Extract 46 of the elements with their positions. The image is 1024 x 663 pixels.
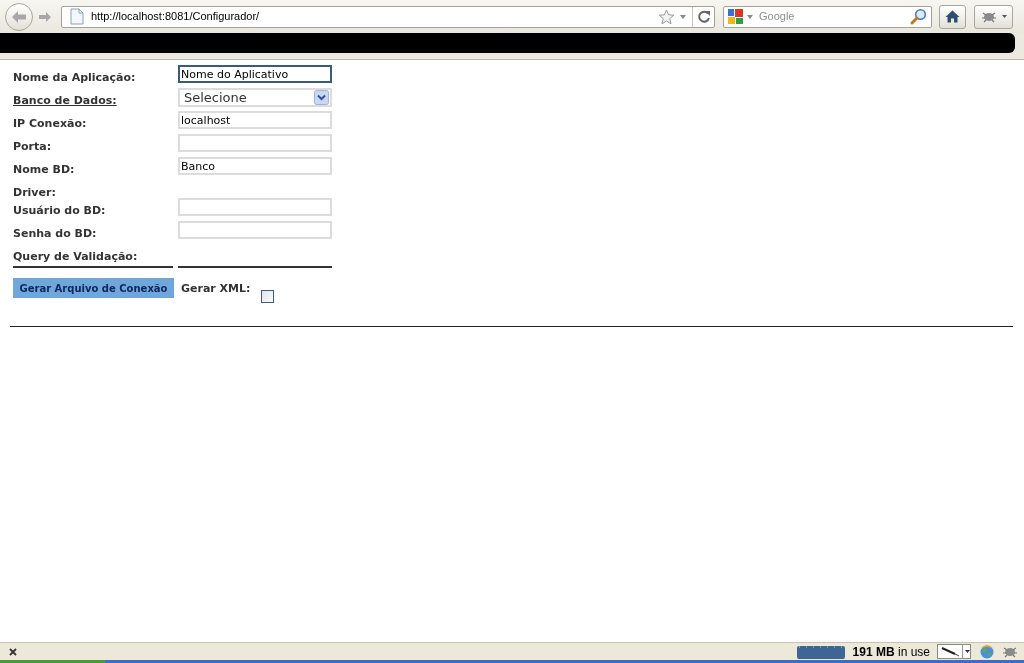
pen-icon — [940, 646, 960, 657]
database-select[interactable]: Selecione — [178, 88, 332, 107]
dropdown-caret-icon — [965, 650, 970, 653]
bug-icon[interactable] — [1002, 645, 1018, 658]
star-icon[interactable] — [658, 8, 675, 25]
forward-arrow-icon[interactable] — [38, 10, 52, 23]
back-button[interactable] — [5, 2, 33, 31]
search-icon[interactable] — [910, 8, 927, 25]
address-input[interactable]: http://localhost:8081/Configurador/ — [91, 8, 658, 25]
close-icon[interactable] — [9, 647, 17, 656]
xml-checkbox[interactable] — [261, 290, 275, 303]
reload-icon[interactable] — [697, 9, 711, 24]
generate-connection-button[interactable]: Gerar Arquivo de Conexão — [13, 278, 174, 298]
field-label: Nome BD: — [13, 162, 75, 176]
dropdown-caret-icon[interactable] — [680, 14, 686, 19]
field-label: Driver: — [13, 185, 56, 199]
tool-dropdown-button[interactable] — [937, 644, 971, 659]
search-input[interactable]: Google — [759, 8, 899, 25]
address-bar[interactable]: http://localhost:8081/Configurador/ — [61, 5, 715, 28]
text-field[interactable]: Banco — [178, 157, 332, 175]
back-arrow-icon — [11, 9, 27, 24]
field-label: IP Conexão: — [13, 116, 87, 130]
text-field[interactable] — [178, 221, 332, 239]
squares-logo-icon[interactable] — [727, 8, 744, 25]
home-icon — [945, 10, 960, 23]
bug-icon — [980, 10, 997, 23]
xml-option-label: Gerar XML: — [181, 281, 251, 297]
text-field[interactable]: Nome do Aplicativo — [178, 65, 332, 83]
addon-button[interactable] — [974, 4, 1013, 29]
memory-usage-text: 191 MB in use — [852, 643, 930, 661]
field-label: Porta: — [13, 139, 52, 153]
memory-meter-icon — [796, 644, 845, 659]
home-button[interactable] — [939, 4, 966, 29]
field-label: Senha do BD: — [13, 226, 97, 240]
dropdown-caret-icon — [1001, 15, 1007, 18]
field-label: Nome da Aplicação: — [13, 70, 136, 84]
text-field[interactable] — [178, 134, 332, 152]
dropdown-caret-icon[interactable] — [747, 14, 753, 19]
search-bar[interactable]: Google — [723, 5, 932, 28]
page-icon — [70, 8, 84, 25]
field-label: Banco de Dados: — [13, 93, 117, 107]
text-field[interactable]: localhost — [178, 111, 332, 129]
field-label: Query de Validação: — [13, 249, 138, 263]
field-label: Usuário do BD: — [13, 203, 106, 217]
text-field[interactable] — [178, 198, 332, 216]
globe-icon[interactable] — [980, 644, 994, 659]
